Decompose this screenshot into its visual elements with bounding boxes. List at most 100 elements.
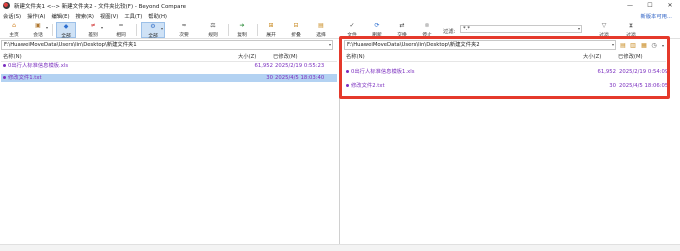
home-button[interactable]: ⌂ 主页: [4, 22, 24, 38]
left-header-modified[interactable]: 已修改(M): [273, 52, 298, 61]
select-label: 选择: [316, 33, 326, 38]
structure-all-button[interactable]: ⚙ 全部 ▾: [141, 22, 165, 39]
session-label: 会话: [33, 33, 43, 38]
show-same-button[interactable]: = 相同: [111, 22, 131, 38]
file-modified: 2025/2/19 0:54:09: [619, 69, 669, 75]
left-header-size[interactable]: 大小(Z): [238, 52, 256, 61]
toolbar-separator: [52, 24, 53, 36]
menu-search[interactable]: 搜索(R): [76, 12, 94, 20]
file-modified: 2025/4/5 18:06:05: [619, 83, 669, 89]
show-all-label: 全部: [61, 34, 71, 39]
same-icon: =: [118, 22, 124, 29]
chevron-down-icon[interactable]: ▾: [659, 41, 667, 49]
stop-button[interactable]: ⊗ 停止: [417, 22, 437, 38]
menu-view[interactable]: 视图(V): [100, 12, 118, 20]
menu-help[interactable]: 帮助(H): [148, 12, 167, 20]
select-icon: ▤: [318, 22, 324, 29]
maximize-button[interactable]: ☐: [640, 0, 660, 11]
filter-input[interactable]: *.* ▾: [460, 25, 582, 33]
right-path-input[interactable]: F:\HuaweiMoveData\Users\lin\Desktop\新建文件…: [344, 40, 616, 50]
chevron-down-icon[interactable]: ▾: [329, 41, 331, 49]
toolbar-separator: [228, 24, 229, 36]
filter-button[interactable]: ▽ 过滤: [594, 22, 614, 38]
minimize-button[interactable]: —: [620, 0, 640, 11]
refresh-label: 刷新: [372, 33, 382, 38]
menu-tools[interactable]: 工具(T): [124, 12, 142, 20]
files-label: 文件: [347, 33, 357, 38]
menu-edit[interactable]: 编辑(E): [51, 12, 69, 20]
chevron-down-icon[interactable]: ▾: [612, 41, 614, 49]
window-title: 新建文件夹1 <--> 新建文件夹2 - 文件夹比较(F) - Beyond C…: [14, 3, 187, 10]
file-name: 修改文件2.txt: [351, 83, 385, 89]
minor-icon: ≈: [181, 22, 187, 29]
orphan-file-icon: [346, 84, 349, 87]
swap-button[interactable]: ⇄ 交换: [392, 22, 412, 38]
file-size: 61,952: [597, 69, 616, 75]
expand-icon: ⊞: [268, 22, 274, 29]
orphan-file-icon: [3, 64, 6, 67]
show-diff-label: 差别: [88, 33, 98, 38]
show-diff-button[interactable]: ≠ 差别 ▾: [82, 22, 104, 38]
refresh-button[interactable]: ⟳ 刷新: [367, 22, 387, 38]
peek-filter-button[interactable]: ⧗ 过滤: [620, 22, 642, 38]
history-icon[interactable]: ◷: [650, 41, 658, 49]
browse-folder-icon[interactable]: ▤: [619, 41, 627, 49]
session-button[interactable]: ▣ 会话 ▾: [27, 22, 49, 38]
filter-icon: ▽: [601, 22, 607, 29]
title-bar: 新建文件夹1 <--> 新建文件夹2 - 文件夹比较(F) - Beyond C…: [0, 0, 680, 11]
expand-button[interactable]: ⊞ 展开: [261, 22, 281, 38]
home-icon: ⌂: [12, 22, 16, 29]
chevron-down-icon: ▾: [160, 26, 163, 31]
orphan-file-icon: [3, 76, 6, 79]
parent-folder-icon[interactable]: ▥: [629, 41, 637, 49]
status-bar: [0, 244, 680, 251]
close-button[interactable]: ✕: [660, 0, 680, 11]
structure-all-label: 全部: [148, 34, 158, 39]
file-name: 0出行人标准信息模板.xls: [8, 63, 69, 69]
menu-actions[interactable]: 操作(A): [27, 12, 45, 20]
expand-label: 展开: [266, 33, 276, 38]
show-all-button[interactable]: ◆ 全部: [56, 22, 76, 39]
file-name: 修改文件1.txt: [8, 75, 42, 81]
files-icon: ✓: [349, 22, 355, 29]
copy-button[interactable]: ➔ 复制: [232, 22, 252, 38]
diff-icon: ≠: [90, 22, 96, 29]
swap-icon: ⇄: [399, 22, 405, 29]
all-icon: ◆: [63, 23, 69, 30]
structure-icon: ⚙: [150, 23, 156, 30]
filter-value: *.*: [463, 26, 470, 32]
select-button[interactable]: ▤ 选择: [311, 22, 331, 38]
file-modified: 2025/2/19 0:55:23: [275, 63, 325, 69]
minor-button[interactable]: ≈ 次要: [174, 22, 194, 38]
menu-session[interactable]: 会话(S): [3, 12, 21, 20]
copy-icon: ➔: [239, 22, 245, 29]
toolbar-separator: [257, 24, 258, 36]
right-header-modified[interactable]: 已修改(M): [618, 52, 643, 61]
files-button[interactable]: ✓ 文件: [342, 22, 362, 38]
right-header-size[interactable]: 大小(Z): [583, 52, 601, 61]
left-header-name[interactable]: 名称(N): [3, 52, 22, 61]
rules-button[interactable]: ⚖ 规则: [203, 22, 223, 38]
beyond-compare-logo-icon: [3, 2, 10, 9]
table-row[interactable]: 修改文件2.txt 30 2025/4/5 18:06:05: [344, 82, 669, 90]
file-size: 30: [609, 83, 616, 89]
stop-label: 停止: [422, 33, 432, 38]
stop-icon: ⊗: [424, 22, 430, 29]
orphan-file-icon: [346, 70, 349, 73]
refresh-icon: ⟳: [374, 22, 380, 29]
pane-divider[interactable]: [339, 40, 340, 246]
collapse-button[interactable]: ⊟ 折叠: [286, 22, 306, 38]
open-folder-icon[interactable]: ▦: [640, 41, 648, 49]
right-header-name[interactable]: 名称(N): [346, 52, 365, 61]
table-row[interactable]: 0出行人标准信息模板.xls 61,952 2025/2/19 0:55:23: [1, 62, 337, 70]
left-path-input[interactable]: F:\HuaweiMoveData\Users\lin\Desktop\新建文件…: [1, 40, 333, 50]
table-row[interactable]: 0出行人标准信息模板1.xls 61,952 2025/2/19 0:54:09: [344, 68, 669, 76]
session-icon: ▣: [35, 22, 41, 29]
file-name: 0出行人标准信息模板1.xls: [351, 69, 415, 75]
table-row[interactable]: 修改文件1.txt 30 2025/4/5 18:03:40: [1, 74, 337, 82]
show-same-label: 相同: [116, 33, 126, 38]
new-version-link[interactable]: 新版本可用...: [640, 12, 672, 20]
chevron-down-icon: ▾: [100, 25, 103, 30]
filter-label-btn: 过滤: [599, 33, 609, 38]
chevron-down-icon[interactable]: ▾: [578, 26, 580, 32]
